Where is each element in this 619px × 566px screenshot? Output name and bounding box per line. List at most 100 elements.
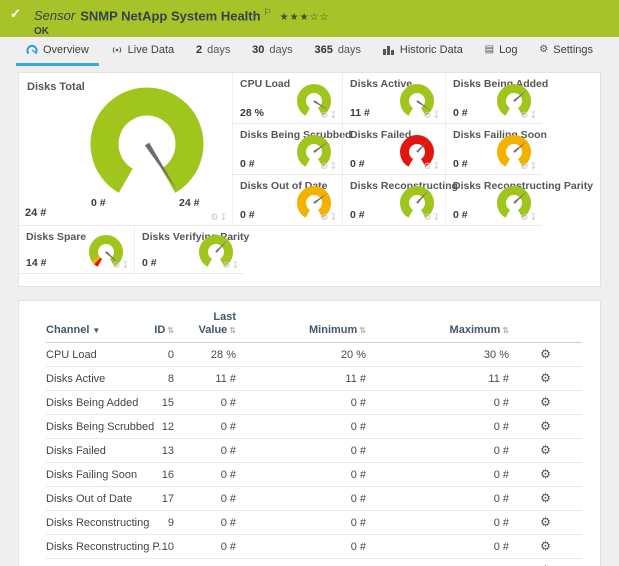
- tab-log[interactable]: ▤ Log: [475, 37, 528, 66]
- pin-icon[interactable]: ↧: [219, 212, 228, 222]
- tab-label: Log: [499, 44, 517, 56]
- gauge-value: 0 #: [453, 158, 468, 170]
- channel-last-value: 0 #: [174, 391, 236, 415]
- pin-icon[interactable]: ↧: [529, 212, 538, 222]
- channel-min: 0 #: [236, 415, 366, 439]
- channel-name[interactable]: Disks Spare: [46, 559, 146, 566]
- table-row: Disks Failing Soon160 #0 #0 #⚙: [46, 463, 582, 487]
- gauge-value: 0 #: [350, 158, 365, 170]
- gauge-value: 0 #: [350, 209, 365, 221]
- channel-actions-cell: ⚙: [509, 343, 582, 367]
- channel-id: 0: [146, 343, 174, 367]
- gauge-cell-disks-reconstructing[interactable]: Disks Reconstructing 0 # ⚙↧: [342, 175, 445, 226]
- pin-icon[interactable]: ↧: [529, 110, 538, 120]
- channel-settings-icon[interactable]: ⚙: [540, 443, 551, 457]
- channel-id: 15: [146, 391, 174, 415]
- channel-name[interactable]: CPU Load: [46, 343, 146, 367]
- sensor-kind-label: Sensor: [34, 8, 75, 23]
- column-header-last-value[interactable]: Last Value⇅: [174, 303, 236, 343]
- channel-min: 20 %: [236, 343, 366, 367]
- channel-settings-icon[interactable]: ⚙: [540, 491, 551, 505]
- gauge-cell-disks-spare[interactable]: Disks Spare 14 # ⚙↧: [19, 226, 134, 274]
- gauge-value: 14 #: [26, 257, 46, 269]
- tab-historic-data[interactable]: Historic Data: [373, 37, 473, 66]
- table-row: Disks Out of Date170 #0 #0 #⚙: [46, 487, 582, 511]
- gauge-cell-disks-failing-soon[interactable]: Disks Failing Soon 0 # ⚙↧: [445, 124, 542, 175]
- gauge-cell-cpu-load[interactable]: CPU Load 28 % ⚙↧: [232, 73, 342, 124]
- channel-table: Channel▼ ID⇅ Last Value⇅ Minimum⇅ Maximu…: [46, 303, 582, 566]
- channel-settings-icon[interactable]: ⚙: [540, 371, 551, 385]
- channel-max: 0 #: [366, 415, 509, 439]
- pin-icon[interactable]: ↧: [529, 161, 538, 171]
- gauge-cell-disks-being-added[interactable]: Disks Being Added 0 # ⚙↧: [445, 73, 542, 124]
- gauge-cell-disks-active[interactable]: Disks Active 11 # ⚙↧: [342, 73, 445, 124]
- column-header-maximum[interactable]: Maximum⇅: [366, 303, 509, 343]
- gauge-cell-disks-being-scrubbed[interactable]: Disks Being Scrubbed 0 # ⚙↧: [232, 124, 342, 175]
- channel-actions-cell: ⚙: [509, 559, 582, 566]
- channel-min: 0 #: [236, 487, 366, 511]
- channel-max: 0 #: [366, 391, 509, 415]
- tab-live-data[interactable]: Live Data: [101, 37, 184, 66]
- tab-unit: days: [207, 44, 230, 56]
- gauge-title: CPU Load: [240, 78, 290, 90]
- pin-icon[interactable]: ↧: [329, 161, 338, 171]
- channel-max: 0 #: [366, 511, 509, 535]
- gauge-min-label: 0 #: [91, 197, 106, 209]
- status-check-icon: ✓: [10, 6, 21, 22]
- tab-30-days[interactable]: 30days: [242, 37, 303, 66]
- channel-last-value: 0 #: [174, 535, 236, 559]
- channel-name[interactable]: Disks Reconstructing: [46, 511, 146, 535]
- channel-name[interactable]: Disks Out of Date: [46, 487, 146, 511]
- column-header-channel[interactable]: Channel▼: [46, 303, 146, 343]
- pin-icon[interactable]: ↧: [329, 110, 338, 120]
- gauge-value: 0 #: [240, 158, 255, 170]
- channel-settings-icon[interactable]: ⚙: [540, 467, 551, 481]
- gauge-value: 11 #: [350, 107, 370, 119]
- channel-name[interactable]: Disks Reconstructing P...: [46, 535, 146, 559]
- flag-icon[interactable]: ⚐: [264, 7, 272, 17]
- channel-settings-icon[interactable]: ⚙: [540, 515, 551, 529]
- gauge-cell-disks-reconstructing-parity[interactable]: Disks Reconstructing Parity 0 # ⚙↧: [445, 175, 542, 226]
- channel-name[interactable]: Disks Failing Soon: [46, 463, 146, 487]
- tab-number: 365: [314, 44, 332, 56]
- pin-icon[interactable]: ↧: [121, 260, 130, 270]
- channel-settings-icon[interactable]: ⚙: [540, 395, 551, 409]
- sort-desc-icon: ▼: [92, 326, 100, 335]
- pin-icon[interactable]: ↧: [432, 212, 441, 222]
- channel-name[interactable]: Disks Failed: [46, 439, 146, 463]
- channel-actions-cell: ⚙: [509, 439, 582, 463]
- tab-settings[interactable]: ⚙ Settings: [529, 37, 603, 66]
- table-row: Disks Being Added150 #0 #0 #⚙: [46, 391, 582, 415]
- channel-settings-icon[interactable]: ⚙: [540, 419, 551, 433]
- channel-max: 30 %: [366, 343, 509, 367]
- column-header-actions: [509, 303, 582, 343]
- pin-icon[interactable]: ↧: [329, 212, 338, 222]
- channel-last-value: 0 #: [174, 415, 236, 439]
- pin-icon[interactable]: ↧: [231, 260, 240, 270]
- gauge-cell-disks-total[interactable]: Disks Total 0 # 24 # 24 # ⚙↧: [19, 73, 232, 226]
- channel-actions-cell: ⚙: [509, 367, 582, 391]
- channel-table-body: CPU Load028 %20 %30 %⚙Disks Active811 #1…: [46, 343, 582, 566]
- channel-settings-icon[interactable]: ⚙: [540, 347, 551, 361]
- pin-icon[interactable]: ↧: [432, 161, 441, 171]
- tab-overview[interactable]: Overview: [16, 37, 99, 66]
- channel-name[interactable]: Disks Active: [46, 367, 146, 391]
- tab-2-days[interactable]: 2days: [186, 37, 240, 66]
- channel-name[interactable]: Disks Being Scrubbed: [46, 415, 146, 439]
- gauge-cell-disks-failed[interactable]: Disks Failed 0 # ⚙↧: [342, 124, 445, 175]
- column-header-id[interactable]: ID⇅: [146, 303, 174, 343]
- tab-label: Live Data: [128, 44, 174, 56]
- tab-365-days[interactable]: 365days: [304, 37, 371, 66]
- pin-icon[interactable]: ↧: [432, 110, 441, 120]
- channel-max: 0 #: [366, 463, 509, 487]
- channel-last-value: 0 #: [174, 511, 236, 535]
- channel-name[interactable]: Disks Being Added: [46, 391, 146, 415]
- priority-stars[interactable]: ★★★☆☆: [280, 12, 330, 23]
- channel-actions-cell: ⚙: [509, 391, 582, 415]
- table-row: Disks Failed130 #0 #0 #⚙: [46, 439, 582, 463]
- gauge-cell-disks-verifying-parity[interactable]: Disks Verifying Parity 0 # ⚙↧: [134, 226, 244, 274]
- column-header-minimum[interactable]: Minimum⇅: [236, 303, 366, 343]
- gauge-cell-disks-out-of-date[interactable]: Disks Out of Date 0 # ⚙↧: [232, 175, 342, 226]
- channel-min: 0 #: [236, 511, 366, 535]
- channel-settings-icon[interactable]: ⚙: [540, 539, 551, 553]
